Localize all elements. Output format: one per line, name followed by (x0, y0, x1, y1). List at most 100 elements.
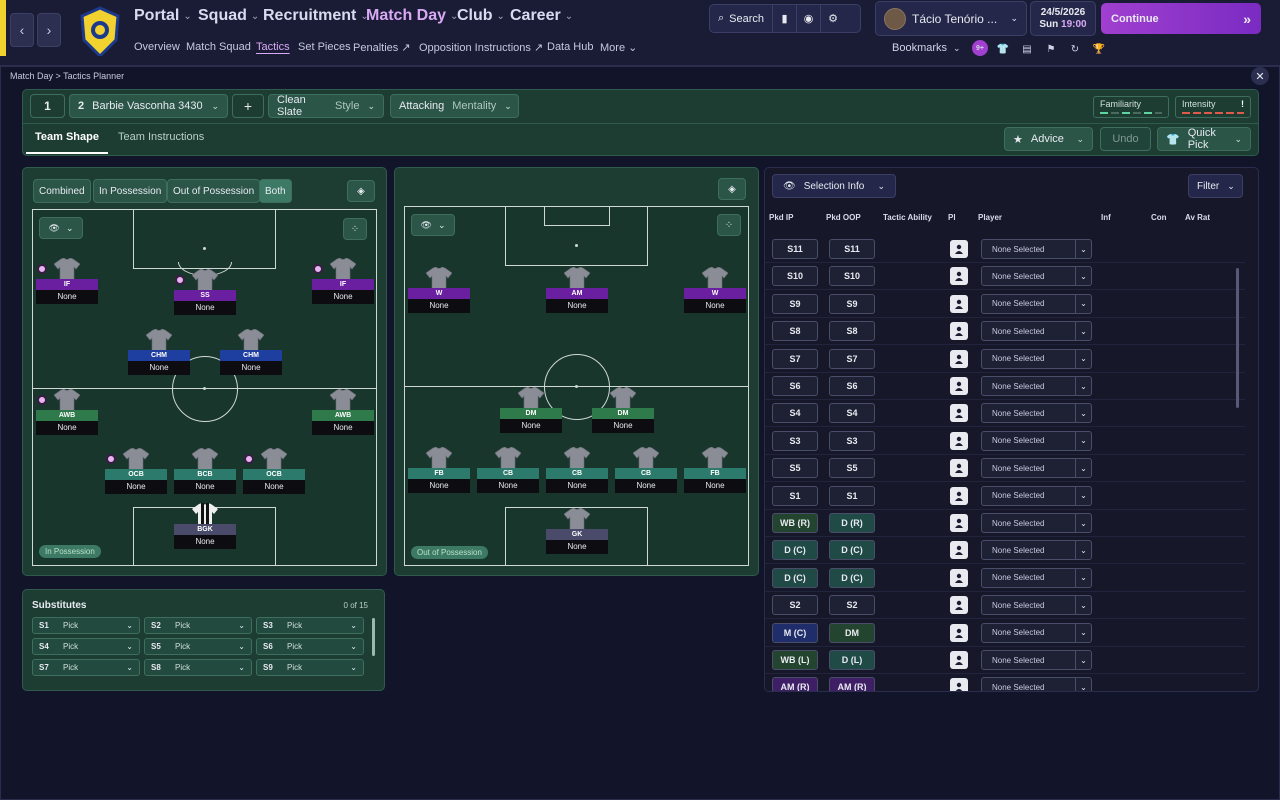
submenu-data-hub[interactable]: Data Hub (547, 41, 593, 53)
filter-combined[interactable]: Combined (33, 179, 91, 203)
player-slot-cb[interactable]: CB None (546, 446, 608, 497)
player-select[interactable]: None Selected ⌄ (981, 293, 1092, 314)
col-header-pl[interactable]: Pl (948, 213, 956, 222)
player-select[interactable]: None Selected ⌄ (981, 321, 1092, 342)
training-icon[interactable]: ⚑ (1042, 40, 1060, 58)
picked-oop-position[interactable]: S2 (829, 595, 875, 616)
picked-oop-position[interactable]: DM (829, 622, 875, 643)
player-select[interactable]: None Selected ⌄ (981, 403, 1092, 424)
clipboard-icon[interactable]: ▤ (1018, 40, 1036, 58)
player-select[interactable]: None Selected ⌄ (981, 513, 1092, 533)
brain-icon[interactable]: ◉ (797, 5, 822, 32)
picked-oop-position[interactable]: S8 (829, 321, 875, 342)
visibility-toggle[interactable]: 👁 ⌄ (39, 217, 83, 239)
col-header-player[interactable]: Player (978, 213, 1002, 222)
tactic-slot-1[interactable]: 1 (30, 94, 65, 118)
person-icon[interactable] (950, 294, 968, 313)
substitute-slot-s6[interactable]: S6 Pick ⌄ (256, 638, 364, 655)
player-select[interactable]: None Selected ⌄ (981, 540, 1092, 561)
search-button[interactable]: ⌕ Search (710, 5, 774, 32)
player-select[interactable]: None Selected ⌄ (981, 485, 1092, 506)
col-header-av-rat[interactable]: Av Rat (1185, 213, 1210, 222)
trophy-icon[interactable]: 🏆 (1090, 40, 1108, 58)
substitute-slot-s2[interactable]: S2 Pick ⌄ (144, 617, 252, 634)
person-icon[interactable] (950, 678, 968, 691)
advice-button[interactable]: ★ Advice ⌄ (1004, 127, 1093, 151)
picked-ip-position[interactable]: D (C) (772, 567, 818, 588)
person-icon[interactable] (950, 623, 968, 642)
picked-ip-position[interactable]: S4 (772, 403, 818, 424)
person-icon[interactable] (950, 651, 968, 669)
table-row[interactable]: S1 S1 None Selected ⌄ (765, 483, 1245, 510)
player-select[interactable]: None Selected ⌄ (981, 650, 1092, 670)
picked-oop-position[interactable]: D (C) (829, 567, 875, 588)
bookmark-icon[interactable]: ▮ (773, 5, 798, 32)
person-icon[interactable] (950, 349, 968, 368)
tactic-select[interactable]: 2 Barbie Vasconha 3430 ⌄ (69, 94, 228, 118)
col-header-con[interactable]: Con (1151, 213, 1167, 222)
table-row[interactable]: S8 S8 None Selected ⌄ (765, 318, 1245, 346)
player-slot-chm[interactable]: CHM None (128, 328, 190, 379)
person-icon[interactable] (950, 267, 968, 286)
player-slot-awb[interactable]: AWB None (36, 388, 98, 439)
table-row[interactable]: S2 S2 None Selected ⌄ (765, 592, 1245, 620)
table-row[interactable]: S10 S10 None Selected ⌄ (765, 263, 1245, 291)
submenu-tactics[interactable]: Tactics (256, 41, 290, 53)
player-slot-ocb[interactable]: OCB None (105, 447, 167, 498)
player-slot-fb[interactable]: FB None (684, 446, 746, 497)
player-slot-cb[interactable]: CB None (477, 446, 539, 497)
picked-ip-position[interactable]: S10 (772, 266, 818, 287)
familiarity-meter[interactable]: Familiarity (1093, 96, 1169, 118)
table-row[interactable]: S5 S5 None Selected ⌄ (765, 455, 1245, 483)
table-row[interactable]: S7 S7 None Selected ⌄ (765, 346, 1245, 373)
menu-recruitment[interactable]: Recruitment ⌄ (263, 7, 369, 25)
player-slot-awb[interactable]: AWB None (312, 388, 374, 439)
grid-icon[interactable]: ⁘ (343, 218, 367, 240)
picked-ip-position[interactable]: WB (R) (772, 513, 818, 533)
gear-icon[interactable]: ⚙ (821, 5, 845, 32)
picked-ip-position[interactable]: S1 (772, 485, 818, 506)
picked-ip-position[interactable]: S5 (772, 458, 818, 479)
substitute-slot-s9[interactable]: S9 Pick ⌄ (256, 659, 364, 676)
person-icon[interactable] (950, 322, 968, 341)
back-button[interactable]: ‹ (10, 13, 34, 47)
player-slot-w[interactable]: W None (684, 266, 746, 317)
col-header-pkd-oop[interactable]: Pkd OOP (826, 213, 861, 222)
player-slot-dm[interactable]: DM None (500, 386, 562, 437)
player-select[interactable]: None Selected ⌄ (981, 266, 1092, 287)
submenu-penalties[interactable]: Penalties ↗ (353, 41, 411, 54)
table-row[interactable]: S3 S3 None Selected ⌄ (765, 428, 1245, 455)
player-select[interactable]: None Selected ⌄ (981, 622, 1092, 643)
submenu-overview[interactable]: Overview (134, 41, 180, 53)
table-row[interactable]: M (C) DM None Selected ⌄ (765, 620, 1245, 647)
filter-out-possession[interactable]: Out of Possession (167, 179, 261, 203)
picked-ip-position[interactable]: S11 (772, 239, 818, 259)
substitute-slot-s4[interactable]: S4 Pick ⌄ (32, 638, 140, 655)
add-tactic-button[interactable]: + (232, 94, 264, 118)
picked-ip-position[interactable]: S2 (772, 595, 818, 616)
mentality-dropdown[interactable]: Attacking Mentality ⌄ (390, 94, 519, 118)
picked-oop-position[interactable]: D (L) (829, 650, 875, 670)
substitute-slot-s1[interactable]: S1 Pick ⌄ (32, 617, 140, 634)
table-row[interactable]: S9 S9 None Selected ⌄ (765, 291, 1245, 318)
player-slot-ss[interactable]: SS None (174, 268, 236, 319)
person-icon[interactable] (950, 541, 968, 560)
player-slot-fb[interactable]: FB None (408, 446, 470, 497)
person-icon[interactable] (950, 596, 968, 615)
submenu-set-pieces[interactable]: Set Pieces (298, 41, 351, 53)
player-select[interactable]: None Selected ⌄ (981, 458, 1092, 479)
player-select[interactable]: None Selected ⌄ (981, 430, 1092, 451)
filter-dropdown[interactable]: Filter ⌄ (1188, 174, 1243, 198)
player-slot-chm[interactable]: CHM None (220, 328, 282, 379)
player-slot-if[interactable]: IF None (36, 257, 98, 308)
person-icon[interactable] (950, 486, 968, 505)
person-icon[interactable] (950, 431, 968, 450)
bookmarks-dropdown[interactable]: Bookmarks ⌄ (892, 42, 961, 54)
visibility-toggle[interactable]: 👁 ⌄ (411, 214, 455, 236)
player-slot-w[interactable]: W None (408, 266, 470, 317)
col-header-inf[interactable]: Inf (1101, 213, 1111, 222)
picked-oop-position[interactable]: S5 (829, 458, 875, 479)
scrollbar[interactable] (372, 618, 375, 656)
player-select[interactable]: None Selected ⌄ (981, 595, 1092, 616)
picked-oop-position[interactable]: S7 (829, 348, 875, 369)
